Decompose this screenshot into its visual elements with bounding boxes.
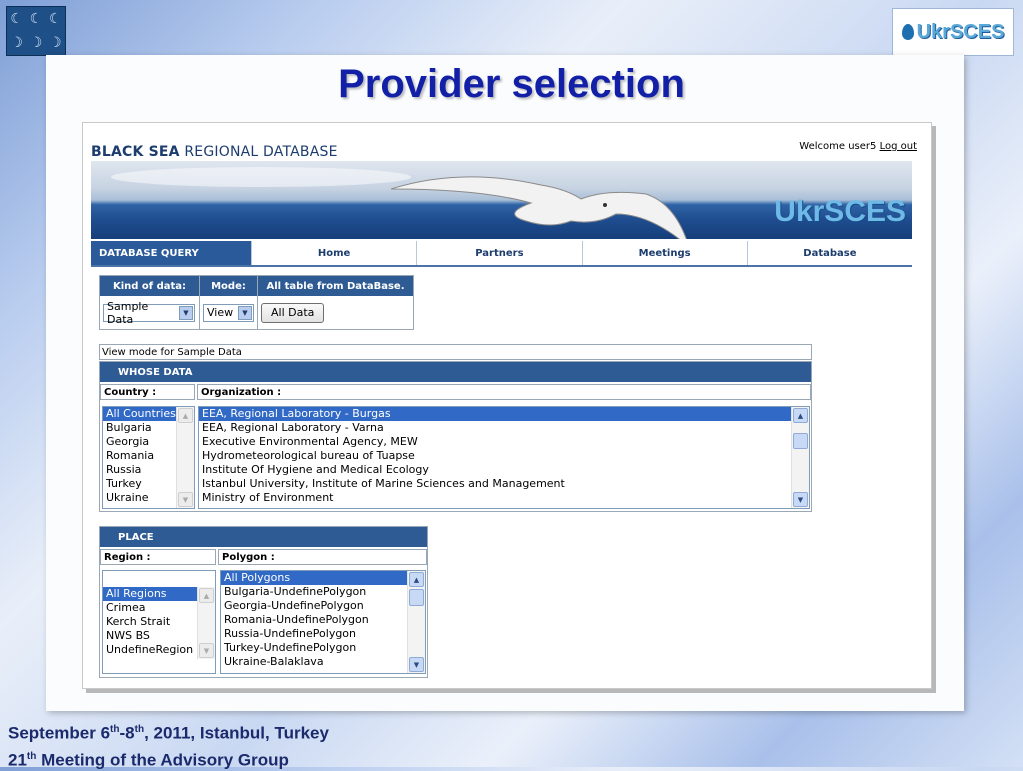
banner-logo: UkrSCES bbox=[774, 195, 906, 228]
wave-icon: ☾ bbox=[10, 11, 23, 27]
region-list[interactable]: All Regions Crimea Kerch Strait NWS BS Undef… bbox=[102, 570, 216, 674]
scroll-down-icon[interactable]: ▼ bbox=[199, 643, 214, 658]
left-logo: ☾ ☾ ☾ ☽ ☽ ☽ bbox=[6, 6, 66, 56]
footer-date: September 6th-8th, 2011, Istanbul, Turke… bbox=[8, 723, 329, 743]
polygon-option[interactable]: Turkey-UndefinePolygon bbox=[221, 641, 425, 655]
wave-icon: ☽ bbox=[29, 35, 43, 51]
polygon-label: Polygon : bbox=[218, 549, 427, 565]
all-table-label: All table from DataBase. bbox=[258, 276, 413, 296]
organization-option[interactable]: EEA, Regional Laboratory - Varna bbox=[199, 421, 809, 435]
all-data-button[interactable]: All Data bbox=[261, 302, 325, 323]
organization-option[interactable]: EEA, Regional Laboratory - Burgas bbox=[199, 407, 809, 421]
organization-option[interactable]: Hydrometeorological bureau of Tuapse bbox=[199, 449, 809, 463]
wave-icon: ☾ bbox=[29, 11, 43, 27]
all-data-column: All table from DataBase. All Data bbox=[258, 276, 413, 329]
ukrsces-logo: UkrSCES bbox=[892, 8, 1014, 56]
nav-partners[interactable]: Partners bbox=[416, 241, 581, 265]
whose-data-section: WHOSE DATA Country : Organization : All … bbox=[99, 361, 812, 512]
kind-of-data-select[interactable]: Sample Data ▼ bbox=[103, 300, 195, 326]
polygon-option[interactable]: Ukraine-Balaklava bbox=[221, 655, 425, 669]
mode-column: Mode: View ▼ bbox=[200, 276, 258, 329]
cloud-shape bbox=[111, 167, 411, 187]
water-drop-icon bbox=[901, 24, 914, 40]
kind-column: Kind of data: Sample Data ▼ bbox=[100, 276, 200, 329]
polygon-option[interactable]: Russia-UndefinePolygon bbox=[221, 627, 425, 641]
polygon-list[interactable]: All Polygons Bulgaria-UndefinePolygon Geor… bbox=[220, 570, 426, 674]
organization-list[interactable]: EEA, Regional Laboratory - Burgas EEA, Re… bbox=[198, 406, 810, 509]
polygon-scrollbar[interactable]: ▲ ▼ bbox=[407, 571, 425, 673]
polygon-option[interactable]: Romania-UndefinePolygon bbox=[221, 613, 425, 627]
logout-link[interactable]: Log out bbox=[880, 141, 917, 152]
wave-icon: ☾ bbox=[49, 11, 62, 27]
nav-meetings[interactable]: Meetings bbox=[581, 241, 747, 265]
organization-scrollbar[interactable]: ▲ ▼ bbox=[791, 407, 809, 508]
scroll-up-icon[interactable]: ▲ bbox=[793, 408, 808, 423]
scroll-down-icon[interactable]: ▼ bbox=[793, 492, 808, 507]
organization-label: Organization : bbox=[197, 384, 811, 400]
mode-value: View bbox=[207, 306, 234, 319]
country-list[interactable]: All Countries Bulgaria Georgia Romania Russi… bbox=[102, 406, 195, 509]
whose-data-title: WHOSE DATA bbox=[100, 362, 811, 382]
seagull-icon bbox=[391, 176, 687, 239]
site-title: BLACK SEA REGIONAL DATABASE bbox=[91, 144, 338, 160]
scroll-up-icon[interactable]: ▲ bbox=[199, 588, 214, 603]
place-section: PLACE Region : Polygon : All Regions Crim… bbox=[99, 526, 428, 678]
main-nav: DATABASE QUERY Home Partners Meetings Da… bbox=[91, 241, 912, 267]
country-label: Country : bbox=[100, 384, 195, 400]
chevron-down-icon: ▼ bbox=[238, 305, 252, 320]
tab-database-query[interactable]: DATABASE QUERY bbox=[91, 241, 251, 265]
kind-value: Sample Data bbox=[107, 299, 149, 326]
footer-meeting: 21th Meeting of the Advisory Group bbox=[8, 750, 289, 770]
wave-icon: ☽ bbox=[49, 35, 62, 51]
region-scrollbar[interactable]: ▲ ▼ bbox=[197, 587, 215, 659]
country-scrollbar[interactable]: ▲ ▼ bbox=[176, 407, 194, 508]
scroll-down-icon[interactable]: ▼ bbox=[178, 492, 193, 507]
mode-select[interactable]: View ▼ bbox=[203, 303, 254, 322]
nav-database[interactable]: Database bbox=[746, 241, 912, 265]
scroll-up-icon[interactable]: ▲ bbox=[178, 408, 193, 423]
polygon-option[interactable]: Bulgaria-UndefinePolygon bbox=[221, 585, 425, 599]
view-mode-text: View mode for Sample Data bbox=[99, 344, 812, 360]
organization-option[interactable]: Istanbul University, Institute of Marine… bbox=[199, 477, 809, 491]
wave-icon: ☽ bbox=[10, 35, 23, 51]
scroll-down-icon[interactable]: ▼ bbox=[409, 657, 424, 672]
mode-label: Mode: bbox=[200, 276, 257, 296]
site-banner: UkrSCES bbox=[91, 161, 912, 239]
kind-label: Kind of data: bbox=[100, 276, 199, 296]
slide-title: Provider selection bbox=[338, 62, 685, 106]
welcome-area: Welcome user5 Log out bbox=[799, 141, 917, 152]
polygon-option[interactable]: Georgia-UndefinePolygon bbox=[221, 599, 425, 613]
chevron-down-icon: ▼ bbox=[179, 305, 193, 320]
organization-option[interactable]: Institute Of Hygiene and Medical Ecology bbox=[199, 463, 809, 477]
browser-screenshot: BLACK SEA REGIONAL DATABASE Welcome user… bbox=[82, 122, 932, 689]
region-label: Region : bbox=[100, 549, 216, 565]
query-controls: Kind of data: Sample Data ▼ Mode: View ▼… bbox=[99, 275, 414, 330]
polygon-option[interactable]: All Polygons bbox=[221, 571, 425, 585]
scroll-up-icon[interactable]: ▲ bbox=[409, 572, 424, 587]
scroll-thumb[interactable] bbox=[793, 433, 808, 449]
organization-option[interactable]: Executive Environmental Agency, MEW bbox=[199, 435, 809, 449]
place-title: PLACE bbox=[100, 527, 427, 547]
organization-option[interactable]: Ministry of Environment bbox=[199, 491, 809, 505]
welcome-text: Welcome user5 bbox=[799, 141, 877, 152]
scroll-thumb[interactable] bbox=[409, 589, 424, 606]
nav-home[interactable]: Home bbox=[251, 241, 416, 265]
slide-footer: September 6th-8th, 2011, Istanbul, Turke… bbox=[8, 718, 329, 771]
